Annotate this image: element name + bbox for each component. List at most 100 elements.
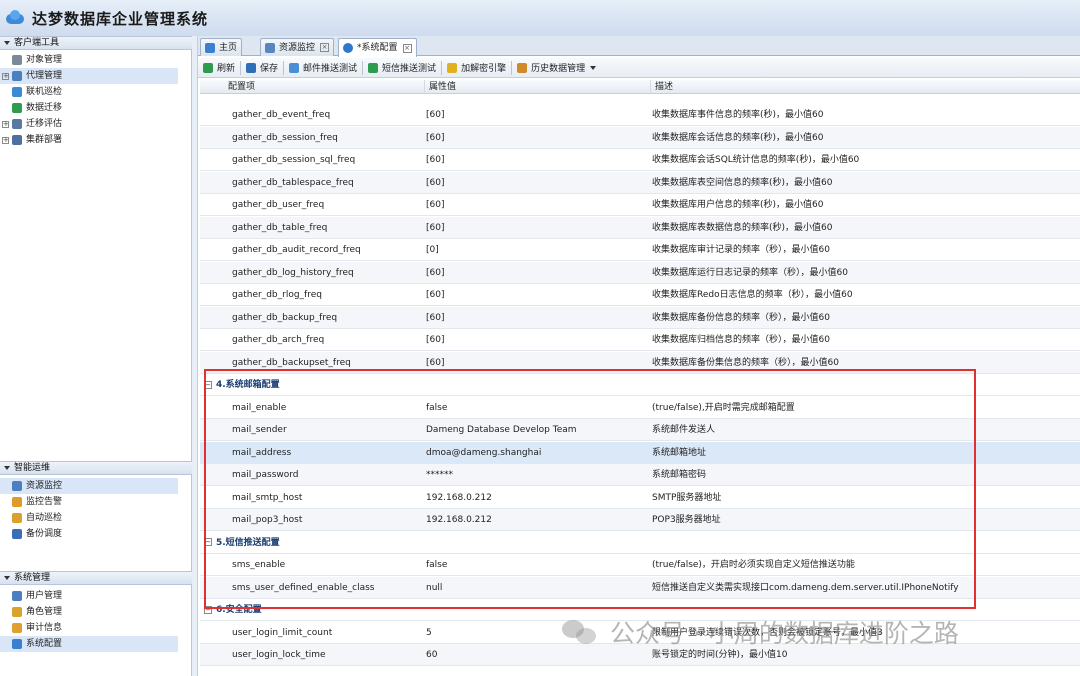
- table-row[interactable]: gather_db_session_sql_freq [60] 收集数据库会话SQL…: [200, 149, 1080, 171]
- config-value-cell[interactable]: [60]: [426, 329, 646, 351]
- table-row[interactable]: gather_db_arch_freq [60] 收集数据库归档信息的频率（秒），最…: [200, 329, 1080, 351]
- column-header-name[interactable]: 配置项: [224, 80, 424, 94]
- nav-item[interactable]: 备份调度: [0, 526, 178, 542]
- config-value-cell[interactable]: 60: [426, 644, 646, 666]
- config-value-cell[interactable]: [60]: [426, 307, 646, 329]
- section-ops[interactable]: 智能运维: [0, 461, 192, 475]
- column-header-value[interactable]: 属性值: [424, 80, 650, 94]
- config-value-cell[interactable]: null: [426, 577, 646, 599]
- config-value-cell[interactable]: ******: [426, 464, 646, 486]
- tab-label: 资源监控: [279, 42, 316, 53]
- table-row[interactable]: sms_enable false (true/false)，开启时必须实现自定义短信…: [200, 554, 1080, 576]
- group-header[interactable]: −4.系统邮箱配置: [200, 374, 1080, 396]
- config-name-cell: gather_db_session_sql_freq: [232, 155, 356, 165]
- collapse-icon[interactable]: −: [204, 380, 212, 389]
- nav-item[interactable]: + 迁移评估: [0, 116, 178, 132]
- config-value-cell[interactable]: [60]: [426, 127, 646, 149]
- close-icon[interactable]: ×: [402, 43, 412, 53]
- collapse-icon[interactable]: −: [204, 605, 212, 614]
- table-row[interactable]: user_login_lock_time 60 账号锁定的时间(分钟)，最小值10: [200, 644, 1080, 666]
- nav-item-label: 监控告警: [26, 497, 63, 507]
- table-row[interactable]: mail_enable false (true/false),开启时需完成邮箱配置: [200, 397, 1080, 419]
- toolbar-button[interactable]: 短信推送测试: [363, 59, 441, 77]
- config-name-cell: mail_enable: [232, 402, 287, 413]
- config-value-cell[interactable]: [60]: [426, 217, 646, 239]
- nav-item[interactable]: + 代理管理: [0, 68, 178, 84]
- table-row[interactable]: gather_db_rlog_freq [60] 收集数据库Redo日志信息的频率（…: [200, 284, 1080, 306]
- section-system[interactable]: 系统管理: [0, 571, 192, 585]
- config-value-cell[interactable]: 192.168.0.212: [426, 487, 646, 509]
- table-row[interactable]: gather_db_event_freq [60] 收集数据库事件信息的频率(秒)，…: [200, 104, 1080, 126]
- object-icon: [12, 55, 22, 65]
- config-value-cell[interactable]: false: [426, 397, 646, 419]
- table-row[interactable]: mail_pop3_host 192.168.0.212 POP3服务器地址: [200, 509, 1080, 531]
- toolbar-button[interactable]: 加解密引擎: [442, 59, 511, 77]
- audit-icon: [12, 623, 22, 633]
- config-value-cell[interactable]: [60]: [426, 352, 646, 374]
- nav-item[interactable]: 联机巡检: [0, 84, 178, 100]
- nav-item[interactable]: 自动巡检: [0, 510, 178, 526]
- config-value-cell[interactable]: false: [426, 554, 646, 576]
- config-desc-cell: 限制用户登录连续错误次数，否则会被锁定账号，最小值3: [652, 627, 883, 638]
- config-value-cell[interactable]: [0]: [426, 239, 646, 261]
- expand-icon[interactable]: +: [2, 120, 9, 128]
- config-value-cell[interactable]: [60]: [426, 284, 646, 306]
- table-row[interactable]: gather_db_session_freq [60] 收集数据库会话信息的频率(秒…: [200, 126, 1080, 149]
- nav-item[interactable]: 数据迁移: [0, 100, 178, 116]
- close-icon[interactable]: ×: [320, 43, 330, 52]
- table-row[interactable]: gather_db_backup_freq [60] 收集数据库备份信息的频率（秒）…: [200, 306, 1080, 329]
- group-header[interactable]: −5.短信推送配置: [200, 532, 1080, 554]
- config-value-cell[interactable]: dmoa@dameng.shanghai: [426, 442, 646, 464]
- tab-3[interactable]: *系统配置 ×: [338, 38, 417, 57]
- config-value-cell[interactable]: [60]: [426, 104, 646, 126]
- table-row[interactable]: gather_db_backupset_freq [60] 收集数据库备份集信息的频…: [200, 351, 1080, 374]
- expand-icon[interactable]: +: [2, 72, 9, 80]
- table-row[interactable]: mail_address dmoa@dameng.shanghai 系统邮箱地址: [200, 441, 1080, 464]
- group-title: 4.系统邮箱配置: [216, 380, 280, 390]
- config-name-cell: gather_db_backupset_freq: [232, 357, 351, 368]
- config-value-cell[interactable]: [60]: [426, 149, 646, 171]
- collapse-arrow-icon: [4, 40, 10, 45]
- table-row[interactable]: sms_user_defined_enable_class null 短信推送自定义…: [200, 576, 1080, 599]
- table-row[interactable]: gather_db_log_history_freq [60] 收集数据库运行日志记…: [200, 261, 1080, 284]
- toolbar-button[interactable]: 邮件推送测试: [284, 59, 362, 77]
- table-row[interactable]: mail_sender Dameng Database Develop Team 系…: [200, 419, 1080, 441]
- config-value-cell[interactable]: [60]: [426, 194, 646, 216]
- config-value-cell[interactable]: 5: [426, 622, 646, 644]
- column-header-desc[interactable]: 描述: [650, 80, 1080, 94]
- section-client-tools[interactable]: 客户端工具: [0, 36, 192, 50]
- table-row[interactable]: gather_db_user_freq [60] 收集数据库用户信息的频率(秒)，最…: [200, 194, 1080, 216]
- tab-1[interactable]: 主页: [200, 38, 243, 56]
- table-row[interactable]: mail_smtp_host 192.168.0.212 SMTP服务器地址: [200, 487, 1080, 509]
- expand-icon[interactable]: +: [2, 136, 9, 144]
- collapse-arrow-icon: [4, 575, 10, 580]
- nav-item[interactable]: + 集群部署: [0, 132, 178, 148]
- config-value-cell[interactable]: [60]: [426, 262, 646, 284]
- table-row[interactable]: user_login_limit_count 5 限制用户登录连续错误次数，否则会被…: [200, 622, 1080, 644]
- dm-logo-icon: [4, 10, 26, 26]
- toolbar-button[interactable]: 刷新: [198, 59, 240, 77]
- nav-item[interactable]: 审计信息: [0, 620, 178, 636]
- assess-icon: [12, 119, 22, 129]
- table-row[interactable]: gather_db_table_freq [60] 收集数据库表数据信息的频率(秒)…: [200, 216, 1080, 239]
- chevron-down-icon[interactable]: [590, 65, 597, 70]
- nav-item[interactable]: 对象管理: [0, 52, 178, 68]
- mail-icon: [289, 62, 300, 73]
- nav-item[interactable]: 用户管理: [0, 588, 178, 604]
- toolbar-button[interactable]: 保存: [241, 59, 283, 77]
- table-row[interactable]: gather_db_audit_record_freq [0] 收集数据库审计记录的…: [200, 239, 1080, 261]
- nav-item[interactable]: 角色管理: [0, 604, 178, 620]
- toolbar-button[interactable]: 历史数据管理: [512, 59, 601, 77]
- nav-item[interactable]: 监控告警: [0, 494, 178, 510]
- group-header[interactable]: −6.安全配置: [200, 599, 1080, 621]
- config-value-cell[interactable]: Dameng Database Develop Team: [426, 419, 646, 441]
- nav-item[interactable]: 系统配置: [0, 636, 178, 652]
- tab-2[interactable]: 资源监控 ×: [260, 38, 335, 56]
- nav-item[interactable]: 资源监控: [0, 478, 178, 494]
- config-value-cell[interactable]: 192.168.0.212: [426, 509, 646, 531]
- nav-item-label: 资源监控: [26, 481, 63, 491]
- collapse-icon[interactable]: −: [204, 538, 212, 546]
- table-row[interactable]: mail_password ****** 系统邮箱密码: [200, 464, 1080, 486]
- config-value-cell[interactable]: [60]: [426, 172, 646, 194]
- table-row[interactable]: gather_db_tablespace_freq [60] 收集数据库表空间信息的…: [200, 171, 1080, 194]
